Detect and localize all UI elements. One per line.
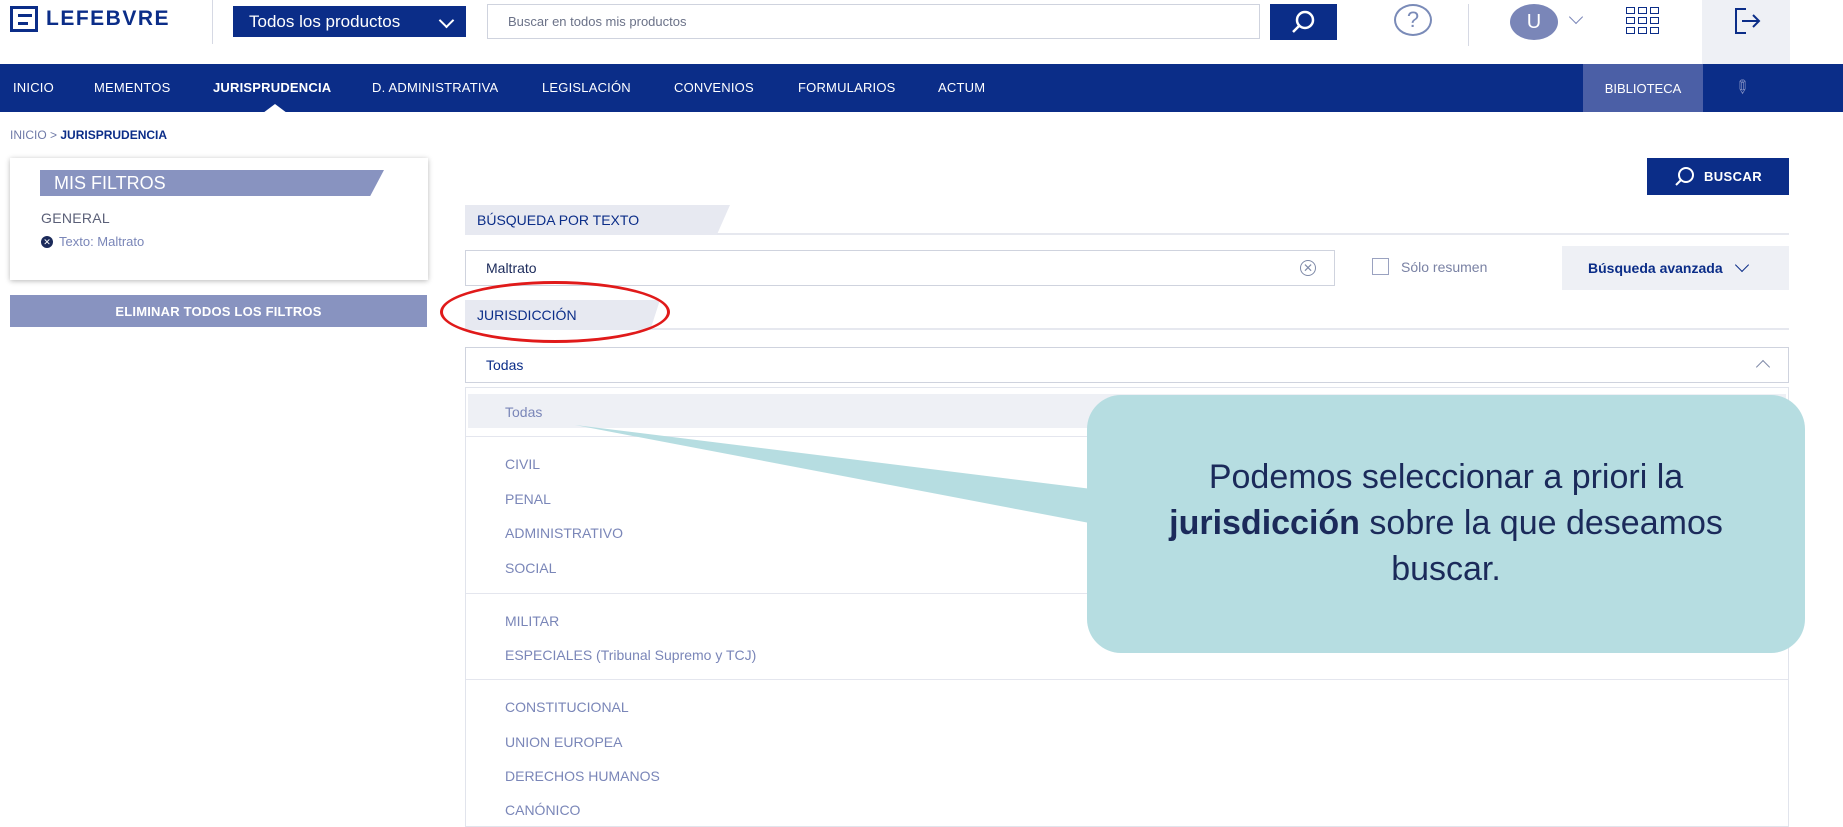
- text-search-title: BÚSQUEDA POR TEXTO: [465, 205, 730, 235]
- breadcrumb: INICIO > JURISPRUDENCIA: [10, 128, 167, 142]
- text-search-section: BÚSQUEDA POR TEXTO: [465, 205, 1789, 235]
- products-dropdown-label: Todos los productos: [249, 11, 401, 31]
- nav-actum[interactable]: ACTUM: [938, 64, 985, 112]
- callout-text-start: Podemos seleccionar a priori la: [1208, 458, 1684, 497]
- user-menu-chevron-icon[interactable]: [1568, 9, 1584, 25]
- jurisdiction-option-militar[interactable]: MILITAR: [505, 613, 559, 629]
- breadcrumb-separator: >: [50, 128, 58, 142]
- jurisdiction-option-derechos-humanos[interactable]: DERECHOS HUMANOS: [505, 768, 660, 784]
- text-search-value: Maltrato: [486, 260, 537, 276]
- header-divider-2: [1468, 4, 1469, 46]
- filter-chip-text: Texto: Maltrato: [59, 234, 145, 249]
- callout-text: Podemos seleccionar a priori la jurisdic…: [1127, 455, 1765, 593]
- summary-only-option[interactable]: Sólo resumen: [1372, 258, 1487, 275]
- jurisdiction-option-administrativo[interactable]: ADMINISTRATIVO: [505, 525, 623, 541]
- search-icon: [1291, 10, 1314, 33]
- jurisdiction-option-canonico[interactable]: CANÓNICO: [505, 802, 580, 818]
- nav-mementos[interactable]: MEMENTOS: [94, 64, 170, 112]
- search-submit-label: BUSCAR: [1703, 169, 1762, 184]
- jurisdiction-select[interactable]: Todas: [465, 347, 1789, 383]
- biblioteca-button[interactable]: BIBLIOTECA: [1583, 64, 1703, 112]
- logout-icon: [1735, 8, 1761, 34]
- clear-all-filters-button[interactable]: ELIMINAR TODOS LOS FILTROS: [10, 295, 427, 327]
- nav-convenios[interactable]: CONVENIOS: [674, 64, 754, 112]
- help-symbol: ?: [1406, 7, 1420, 32]
- filters-panel: MIS FILTROS GENERAL ✕ Texto: Maltrato: [10, 158, 428, 280]
- search-placeholder: Buscar en todos mis productos: [508, 14, 687, 29]
- nav-inicio[interactable]: INICIO: [13, 64, 54, 112]
- logo-mark-icon: [10, 6, 38, 32]
- avatar-initial: U: [1526, 10, 1542, 33]
- chevron-down-icon: [438, 12, 455, 29]
- top-bar: LEFEBVRE Todos los productos Buscar en t…: [0, 0, 1843, 64]
- global-search-button[interactable]: [1270, 4, 1337, 40]
- jurisdiction-option-todas[interactable]: Todas: [505, 404, 542, 420]
- tutorial-callout: Podemos seleccionar a priori la jurisdic…: [1087, 395, 1805, 653]
- lefebvre-logo[interactable]: LEFEBVRE: [10, 6, 170, 32]
- jurisdiction-option-constitucional[interactable]: CONSTITUCIONAL: [505, 699, 629, 715]
- nav-d-administrativa[interactable]: D. ADMINISTRATIVA: [372, 64, 498, 112]
- active-nav-indicator: [263, 104, 287, 113]
- apps-grid-icon[interactable]: [1623, 5, 1661, 35]
- advanced-search-label: Búsqueda avanzada: [1588, 260, 1723, 276]
- advanced-search-toggle[interactable]: Búsqueda avanzada: [1562, 246, 1789, 290]
- chevron-down-icon: [1734, 257, 1749, 273]
- text-search-input[interactable]: Maltrato ✕: [465, 250, 1335, 286]
- search-icon: [1675, 166, 1694, 186]
- filters-title: MIS FILTROS: [40, 170, 384, 196]
- remove-filter-icon[interactable]: ✕: [41, 235, 53, 248]
- callout-text-end: sobre la que deseamos buscar.: [1369, 504, 1723, 588]
- option-divider: [466, 679, 1788, 680]
- jurisdiction-option-civil[interactable]: CIVIL: [505, 456, 540, 472]
- products-dropdown[interactable]: Todos los productos: [233, 6, 466, 37]
- logout-button[interactable]: [1702, 0, 1790, 64]
- callout-text-bold: jurisdicción: [1169, 504, 1360, 543]
- global-search-input[interactable]: Buscar en todos mis productos: [487, 4, 1260, 39]
- jurisdiction-option-penal[interactable]: PENAL: [505, 491, 551, 507]
- jurisdiction-option-especiales[interactable]: ESPECIALES (Tribunal Supremo y TCJ): [505, 647, 756, 663]
- header-divider: [212, 0, 213, 44]
- logo-text: LEFEBVRE: [46, 7, 171, 30]
- help-icon[interactable]: ?: [1394, 4, 1432, 36]
- nav-legislacion[interactable]: LEGISLACIÓN: [542, 64, 631, 112]
- nav-formularios[interactable]: FORMULARIOS: [798, 64, 896, 112]
- jurisdiction-option-social[interactable]: SOCIAL: [505, 560, 556, 576]
- jurisdiction-selected-value: Todas: [486, 357, 524, 373]
- active-filter-chip: ✕ Texto: Maltrato: [41, 234, 144, 249]
- breadcrumb-current: JURISPRUDENCIA: [60, 128, 168, 142]
- highlight-ellipse: [440, 281, 670, 343]
- jurisdiction-option-union-europea[interactable]: UNION EUROPEA: [505, 734, 622, 750]
- search-submit-button[interactable]: BUSCAR: [1647, 158, 1789, 195]
- breadcrumb-root[interactable]: INICIO: [10, 128, 47, 142]
- filters-general-label: GENERAL: [41, 210, 111, 226]
- summary-only-checkbox[interactable]: [1372, 258, 1389, 275]
- user-avatar[interactable]: U: [1510, 4, 1558, 40]
- summary-only-label: Sólo resumen: [1401, 258, 1488, 275]
- chevron-up-icon: [1755, 359, 1771, 375]
- clear-text-icon[interactable]: ✕: [1300, 260, 1316, 276]
